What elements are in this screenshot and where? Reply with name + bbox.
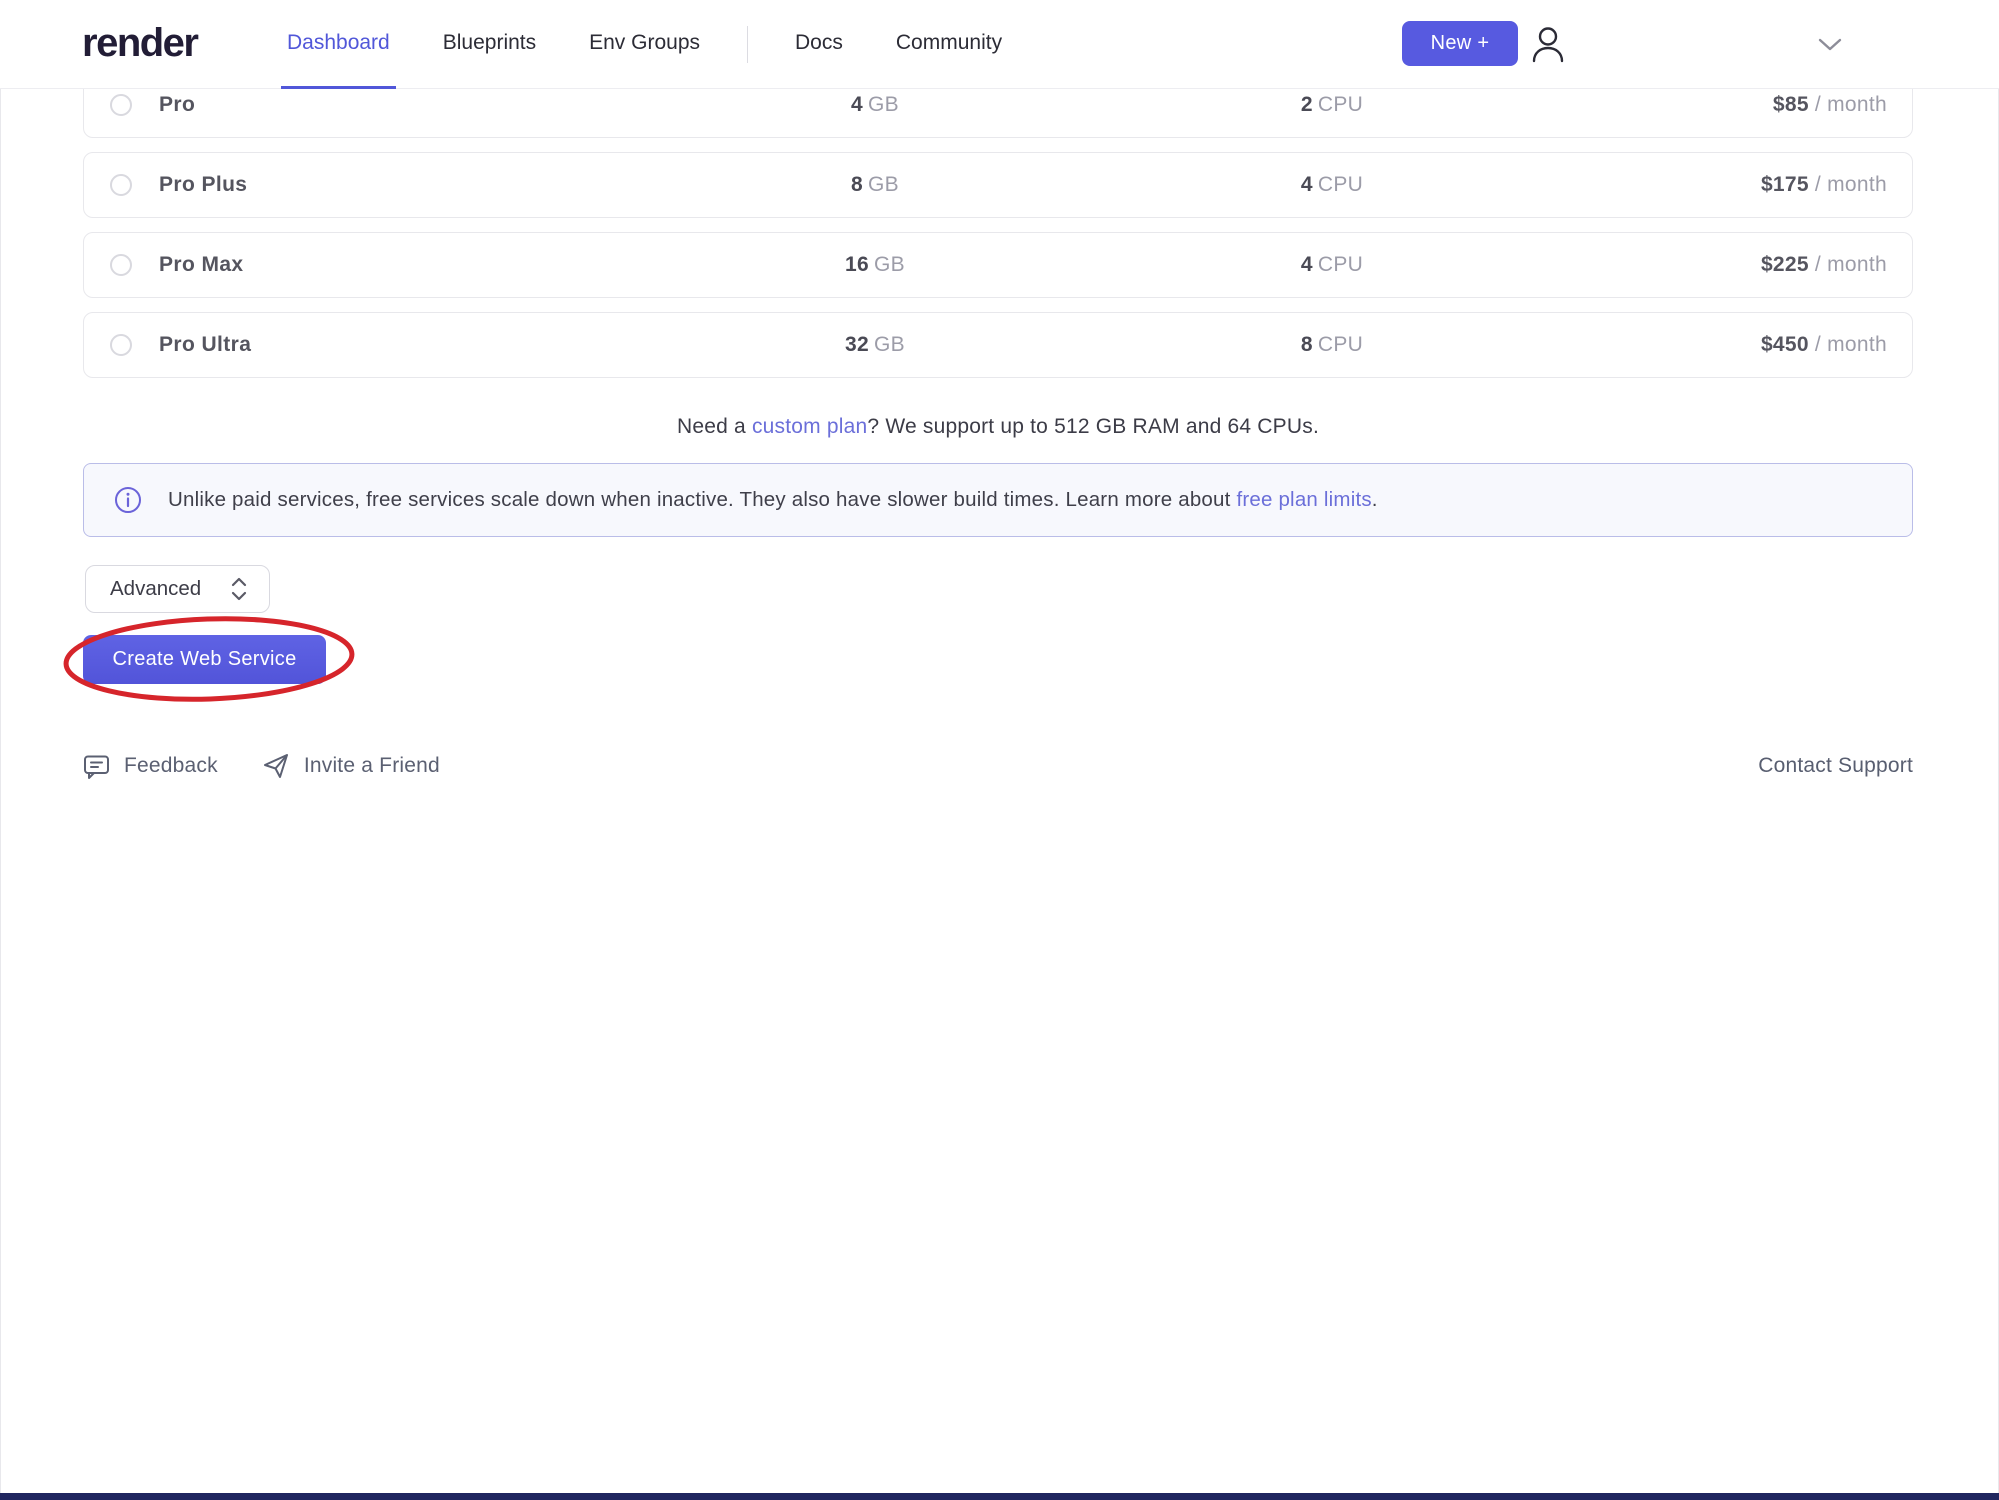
price-period: / month xyxy=(1815,253,1887,276)
plan-name: Pro xyxy=(159,93,195,117)
plan-radio[interactable] xyxy=(110,174,132,196)
nav-community[interactable]: Community xyxy=(890,0,1008,89)
nav-divider xyxy=(747,26,748,63)
page: render Dashboard Blueprints Env Groups D… xyxy=(0,0,1999,1500)
cpu-unit: CPU xyxy=(1318,333,1363,356)
main-nav: Dashboard Blueprints Env Groups Docs Com… xyxy=(281,0,1008,89)
plan-ram: 8GB xyxy=(755,173,995,197)
workspace-dropdown[interactable] xyxy=(1812,30,1848,60)
free-plan-limits-link[interactable]: free plan limits xyxy=(1236,488,1371,511)
ram-unit: GB xyxy=(874,253,905,276)
price-amount: $175 xyxy=(1761,173,1809,196)
feedback-button[interactable]: Feedback xyxy=(83,753,218,780)
cpu-unit: CPU xyxy=(1318,253,1363,276)
ram-value: 32 xyxy=(845,333,869,356)
plan-cpu: 8CPU xyxy=(1212,333,1452,357)
plan-radio[interactable] xyxy=(110,334,132,356)
ram-unit: GB xyxy=(868,173,899,196)
nav-blueprints[interactable]: Blueprints xyxy=(437,0,542,89)
plan-row-pro-ultra[interactable]: Pro Ultra 32GB 8CPU $450 / month xyxy=(83,312,1913,378)
plan-ram: 4GB xyxy=(755,93,995,117)
custom-plan-link[interactable]: custom plan xyxy=(752,415,867,438)
plan-cpu: 4CPU xyxy=(1212,253,1452,277)
cpu-value: 4 xyxy=(1301,173,1313,196)
feedback-label: Feedback xyxy=(124,754,218,778)
free-plan-info-banner: Unlike paid services, free services scal… xyxy=(83,463,1913,537)
invite-label: Invite a Friend xyxy=(304,754,440,778)
footer: Feedback Invite a Friend Contact Support xyxy=(83,752,1913,780)
plan-radio[interactable] xyxy=(110,94,132,116)
cpu-unit: CPU xyxy=(1318,93,1363,116)
custom-plan-note: Need a custom plan? We support up to 512… xyxy=(83,415,1913,439)
contact-support-link[interactable]: Contact Support xyxy=(1758,754,1913,778)
plan-ram: 16GB xyxy=(755,253,995,277)
plan-name: Pro Ultra xyxy=(159,333,251,357)
banner-text: Unlike paid services, free services scal… xyxy=(168,488,1378,512)
banner-message: Unlike paid services, free services scal… xyxy=(168,488,1236,511)
plan-name: Pro Plus xyxy=(159,173,247,197)
price-period: / month xyxy=(1815,93,1887,116)
user-icon xyxy=(1528,24,1568,64)
plan-ram: 32GB xyxy=(755,333,995,357)
plan-price: $450 / month xyxy=(1761,333,1887,357)
invite-friend-button[interactable]: Invite a Friend xyxy=(262,752,440,780)
unfold-chevrons-icon xyxy=(229,576,249,602)
ram-value: 8 xyxy=(851,173,863,196)
cpu-value: 8 xyxy=(1301,333,1313,356)
price-amount: $225 xyxy=(1761,253,1809,276)
advanced-toggle[interactable]: Advanced xyxy=(85,565,270,613)
ram-value: 16 xyxy=(845,253,869,276)
render-logo[interactable]: render xyxy=(82,21,198,66)
nav-env-groups[interactable]: Env Groups xyxy=(583,0,706,89)
cpu-value: 4 xyxy=(1301,253,1313,276)
banner-suffix: . xyxy=(1372,488,1378,511)
plan-row-pro-max[interactable]: Pro Max 16GB 4CPU $225 / month xyxy=(83,232,1913,298)
plan-row-pro-plus[interactable]: Pro Plus 8GB 4CPU $175 / month xyxy=(83,152,1913,218)
info-icon xyxy=(114,486,142,514)
plan-name: Pro Max xyxy=(159,253,244,277)
nav-dashboard[interactable]: Dashboard xyxy=(281,0,396,89)
plan-cpu: 2CPU xyxy=(1212,93,1452,117)
instance-type-list: Pro 4GB 2CPU $85/ month Pro Plus 8GB 4CP… xyxy=(83,72,1913,392)
price-amount: $85 xyxy=(1773,93,1809,116)
paper-plane-icon xyxy=(262,752,290,780)
new-button[interactable]: New + xyxy=(1402,21,1518,66)
feedback-icon xyxy=(83,753,110,780)
ram-value: 4 xyxy=(851,93,863,116)
ram-unit: GB xyxy=(874,333,905,356)
top-navbar: render Dashboard Blueprints Env Groups D… xyxy=(0,0,1999,89)
create-web-service-button[interactable]: Create Web Service xyxy=(83,635,326,684)
price-amount: $450 xyxy=(1761,333,1809,356)
bottom-edge-bar xyxy=(0,1493,1999,1500)
plan-price: $175 / month xyxy=(1761,173,1887,197)
custom-plan-prefix: Need a xyxy=(677,415,752,438)
price-period: / month xyxy=(1815,173,1887,196)
advanced-label: Advanced xyxy=(110,577,201,601)
cpu-unit: CPU xyxy=(1318,173,1363,196)
custom-plan-suffix: ? We support up to 512 GB RAM and 64 CPU… xyxy=(867,415,1319,438)
cpu-value: 2 xyxy=(1301,93,1313,116)
plan-cpu: 4CPU xyxy=(1212,173,1452,197)
plan-price: $85 / month xyxy=(1773,93,1887,117)
chevron-down-icon xyxy=(1817,37,1843,53)
plan-radio[interactable] xyxy=(110,254,132,276)
price-period: / month xyxy=(1815,333,1887,356)
plan-price: $225 / month xyxy=(1761,253,1887,277)
account-button[interactable] xyxy=(1526,22,1570,66)
ram-unit: GB xyxy=(868,93,899,116)
nav-docs[interactable]: Docs xyxy=(789,0,849,89)
